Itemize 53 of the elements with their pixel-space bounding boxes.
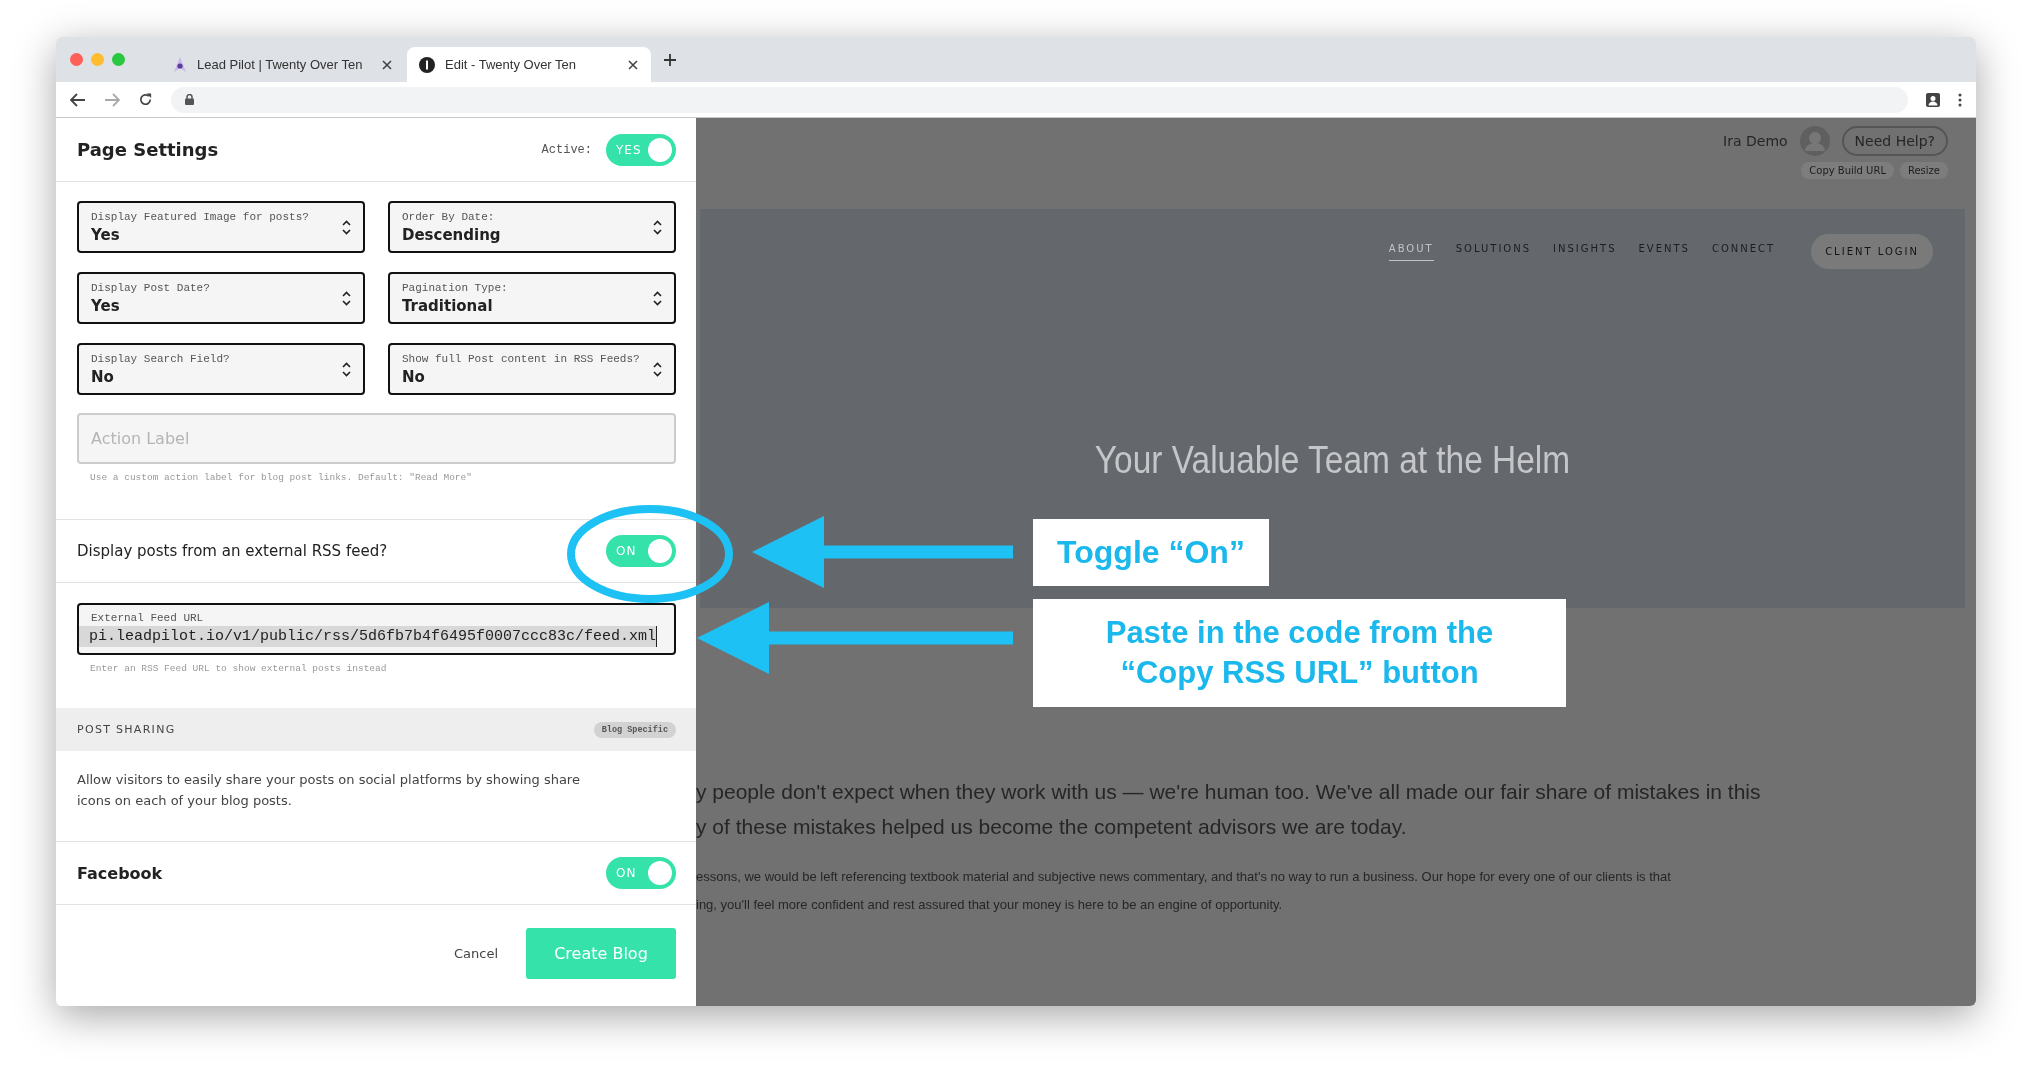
body-text: ing, you'll feel more confident and rest assured that your money is here to be an engine of opportunity.	[696, 896, 1284, 914]
nav-link[interactable]: EVENTS	[1638, 242, 1690, 261]
back-icon[interactable]	[70, 92, 86, 107]
toolbar-button[interactable]: Copy Build URL	[1801, 162, 1894, 179]
chevron-up-down-icon	[653, 290, 662, 306]
callout-text: Paste in the code from the “Copy RSS URL” button	[1033, 599, 1566, 707]
callout-text: Toggle “On”	[1033, 519, 1269, 586]
chevron-up-down-icon	[653, 361, 662, 377]
select-field[interactable]: Display Search Field? No	[77, 343, 365, 395]
select-field[interactable]: Show full Post content in RSS Feeds? No	[388, 343, 676, 395]
toolbar-button[interactable]: Resize	[1899, 162, 1948, 179]
section-heading: POST SHARING	[77, 723, 177, 736]
browser-tab[interactable]: Edit - Twenty Over Ten	[407, 47, 651, 82]
body-text: essons, we would be left referencing textbook material and subjective news commentary, and that's no way to run a business. Our hope for every one of our clients is that	[696, 868, 1672, 886]
url-input-field[interactable]: External Feed URL pi.leadpilot.io/v1/public/rss/5d6fb7b4f6495f0007ccc83c/feed.xml	[77, 603, 676, 655]
help-text: Enter an RSS Feed URL to show external posts instead	[90, 663, 388, 674]
help-text: Use a custom action label for blog post links. Default: "Read More"	[90, 472, 473, 483]
menu-icon[interactable]	[1958, 92, 1962, 107]
input-field[interactable]: Action Label	[77, 413, 676, 464]
profile-icon[interactable]	[1926, 92, 1940, 107]
client-login-button[interactable]: CLIENT LOGIN	[1811, 234, 1933, 269]
nav-link[interactable]: SOLUTIONS	[1455, 242, 1532, 261]
hero-heading: Your Valuable Team at the Helm	[1093, 439, 1572, 482]
active-label: Active:	[541, 142, 592, 157]
close-icon[interactable]	[381, 58, 393, 71]
select-field[interactable]: Order By Date: Descending	[388, 201, 676, 253]
need-help-button[interactable]: Need Help?	[1841, 126, 1948, 156]
intro-text: y people don't expect when they work with us — we're human too. We've all made our fair share of mistakes in this	[696, 779, 1762, 805]
site-logo-icon	[419, 56, 435, 73]
user-name: Ira Demo	[1723, 133, 1788, 149]
chevron-up-down-icon	[342, 361, 351, 377]
new-tab-icon[interactable]	[663, 52, 677, 67]
panel-title: Page Settings	[77, 139, 220, 160]
intro-text: y of these mistakes helped us become the competent advisors we are today.	[696, 814, 1408, 840]
setting-label: Display posts from an external RSS feed?	[77, 542, 389, 560]
description-text: Allow visitors to easily share your posts on social platforms by showing share icons on each of your blog posts.	[76, 771, 581, 810]
select-field[interactable]: Display Featured Image for posts? Yes	[77, 201, 365, 253]
nav-link[interactable]: ABOUT	[1388, 242, 1434, 261]
rocket-icon	[173, 55, 187, 74]
cancel-button[interactable]: Cancel	[447, 945, 504, 962]
chevron-up-down-icon	[653, 219, 662, 235]
select-field[interactable]: Pagination Type: Traditional	[388, 272, 676, 324]
select-field[interactable]: Display Post Date? Yes	[77, 272, 365, 324]
lock-icon	[185, 94, 194, 105]
chevron-up-down-icon	[342, 290, 351, 306]
nav-link[interactable]: INSIGHTS	[1553, 242, 1617, 261]
reload-icon[interactable]	[138, 92, 153, 107]
setting-label: Facebook	[77, 863, 164, 883]
browser-tab[interactable]: Lead Pilot | Twenty Over Ten	[161, 47, 405, 82]
close-icon[interactable]	[627, 58, 639, 71]
tag: Blog Specific	[593, 721, 676, 738]
chevron-up-down-icon	[342, 219, 351, 235]
nav-link[interactable]: CONNECT	[1711, 242, 1776, 261]
